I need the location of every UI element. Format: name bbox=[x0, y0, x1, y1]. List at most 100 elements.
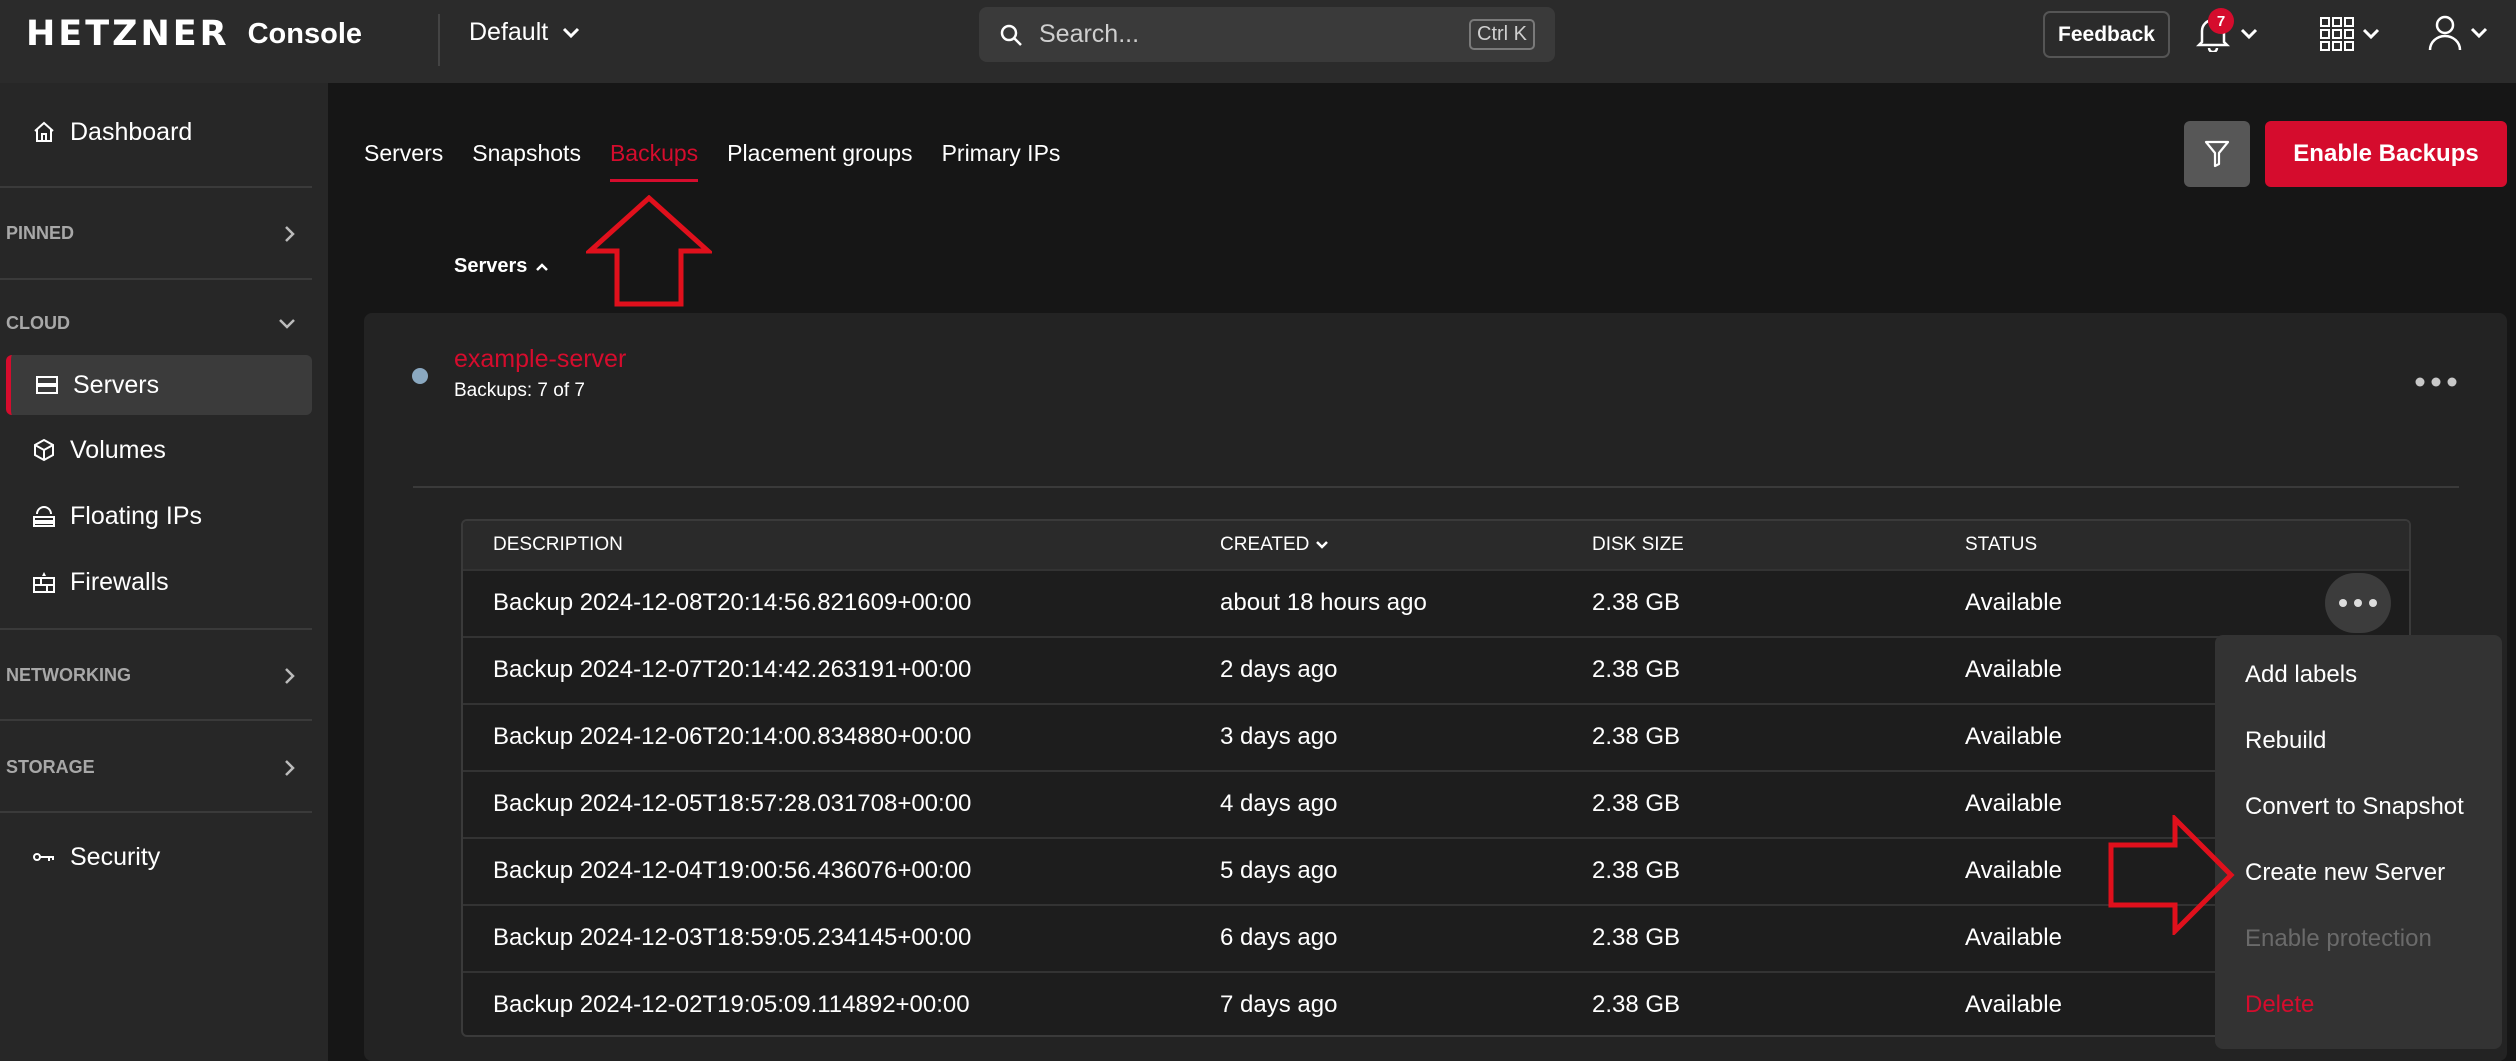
section-label: PINNED bbox=[6, 223, 75, 243]
backup-created: 6 days ago bbox=[1220, 924, 1338, 951]
backup-description: Backup 2024-12-03T18:59:05.234145+00:00 bbox=[493, 924, 972, 951]
table-row[interactable]: Backup 2024-12-02T19:05:09.114892+00:00 … bbox=[463, 971, 2409, 1035]
feedback-button[interactable]: Feedback bbox=[2043, 11, 2170, 58]
column-header-created[interactable]: CREATED bbox=[1220, 534, 1329, 556]
backup-created: about 18 hours ago bbox=[1220, 589, 1427, 616]
backup-status: Available bbox=[1965, 656, 2062, 683]
sidebar-item-floating-ips[interactable]: Floating IPs bbox=[6, 486, 312, 546]
chevron-down-icon bbox=[2240, 28, 2258, 40]
backup-size: 2.38 GB bbox=[1592, 991, 1681, 1018]
more-horizontal-icon bbox=[2339, 599, 2377, 607]
search-input[interactable]: Search... Ctrl K bbox=[979, 7, 1555, 62]
backup-size: 2.38 GB bbox=[1592, 723, 1681, 750]
menu-item-delete[interactable]: Delete bbox=[2245, 991, 2314, 1019]
backup-description: Backup 2024-12-04T19:00:56.436076+00:00 bbox=[493, 857, 972, 884]
menu-item-create-new-server[interactable]: Create new Server bbox=[2245, 859, 2445, 887]
backup-created: 4 days ago bbox=[1220, 790, 1338, 817]
sidebar-item-dashboard[interactable]: Dashboard bbox=[6, 102, 312, 162]
row-actions-button[interactable] bbox=[2325, 573, 2391, 633]
backup-description: Backup 2024-12-08T20:14:56.821609+00:00 bbox=[493, 589, 972, 616]
server-name-link[interactable]: example-server bbox=[454, 345, 626, 374]
search-shortcut: Ctrl K bbox=[1469, 19, 1535, 50]
chevron-down-icon bbox=[2362, 28, 2380, 40]
notification-badge: 7 bbox=[2208, 8, 2234, 34]
divider bbox=[0, 811, 312, 813]
backups-table: DESCRIPTION CREATED DISK SIZE STATUS Bac… bbox=[461, 519, 2411, 1037]
project-selector[interactable]: Default bbox=[469, 18, 580, 47]
column-header-label: CREATED bbox=[1220, 534, 1310, 555]
sidebar-section-storage[interactable]: STORAGE bbox=[6, 757, 296, 778]
backup-created: 3 days ago bbox=[1220, 723, 1338, 750]
tab-placement-groups[interactable]: Placement groups bbox=[727, 140, 912, 182]
tab-backups[interactable]: Backups bbox=[609, 140, 699, 182]
backup-size: 2.38 GB bbox=[1592, 857, 1681, 884]
tab-primary-ips[interactable]: Primary IPs bbox=[942, 140, 1061, 182]
tab-snapshots[interactable]: Snapshots bbox=[472, 140, 581, 182]
divider bbox=[0, 719, 312, 721]
backup-description: Backup 2024-12-06T20:14:00.834880+00:00 bbox=[493, 723, 972, 750]
section-label: STORAGE bbox=[6, 757, 95, 777]
backup-status: Available bbox=[1965, 723, 2062, 750]
chevron-right-icon bbox=[285, 759, 295, 776]
resource-tabs: Servers Snapshots Backups Placement grou… bbox=[364, 140, 1089, 182]
brand-name: HETZNER bbox=[26, 14, 230, 54]
search-placeholder: Search... bbox=[1039, 20, 1140, 48]
hetzner-logo[interactable]: HETZNER Console bbox=[26, 14, 362, 54]
sidebar-section-pinned[interactable]: PINNED bbox=[6, 223, 296, 244]
sidebar-section-cloud[interactable]: CLOUD bbox=[6, 313, 296, 334]
divider bbox=[0, 628, 312, 630]
sidebar-item-label: Dashboard bbox=[70, 117, 193, 146]
sidebar-item-label: Security bbox=[70, 842, 161, 871]
chevron-up-icon bbox=[536, 262, 549, 271]
key-icon bbox=[33, 853, 54, 861]
more-horizontal-icon bbox=[2415, 377, 2457, 387]
chevron-down-icon bbox=[1316, 541, 1329, 549]
sidebar-item-label: Volumes bbox=[70, 435, 166, 464]
backup-created: 5 days ago bbox=[1220, 857, 1338, 884]
section-label: NETWORKING bbox=[6, 665, 131, 685]
sidebar-item-volumes[interactable]: Volumes bbox=[6, 420, 312, 480]
menu-item-rebuild[interactable]: Rebuild bbox=[2245, 727, 2326, 755]
sidebar-item-firewalls[interactable]: Firewalls bbox=[6, 552, 312, 612]
backup-actions-menu: Add labels Rebuild Convert to Snapshot C… bbox=[2215, 635, 2502, 1049]
backup-description: Backup 2024-12-02T19:05:09.114892+00:00 bbox=[493, 991, 970, 1018]
chevron-right-icon bbox=[285, 225, 295, 242]
menu-item-add-labels[interactable]: Add labels bbox=[2245, 661, 2357, 689]
sidebar-item-label: Servers bbox=[73, 370, 160, 399]
filter-button[interactable] bbox=[2184, 121, 2250, 187]
backup-count: Backups: 7 of 7 bbox=[454, 380, 585, 401]
menu-item-convert-to-snapshot[interactable]: Convert to Snapshot bbox=[2245, 793, 2464, 821]
sidebar-item-servers[interactable]: Servers bbox=[6, 355, 312, 415]
grid-icon bbox=[2320, 17, 2354, 51]
server-icon bbox=[36, 376, 58, 394]
table-row[interactable]: Backup 2024-12-07T20:14:42.263191+00:00 … bbox=[463, 636, 2409, 703]
annotation-arrow-right bbox=[2108, 815, 2235, 935]
chevron-right-icon bbox=[285, 667, 295, 684]
backup-status: Available bbox=[1965, 924, 2062, 951]
firewall-icon bbox=[33, 572, 55, 593]
sidebar-item-label: Firewalls bbox=[70, 567, 169, 596]
tab-servers[interactable]: Servers bbox=[364, 140, 443, 182]
column-header-status: STATUS bbox=[1965, 534, 2038, 555]
backup-created: 2 days ago bbox=[1220, 656, 1338, 683]
backup-description: Backup 2024-12-05T18:57:28.031708+00:00 bbox=[493, 790, 972, 817]
backup-status: Available bbox=[1965, 991, 2062, 1018]
backup-description: Backup 2024-12-07T20:14:42.263191+00:00 bbox=[493, 656, 972, 683]
top-bar: HETZNER Console Default Search... Ctrl K… bbox=[0, 0, 2516, 83]
column-header-disk-size: DISK SIZE bbox=[1592, 534, 1684, 555]
sidebar-section-networking[interactable]: NETWORKING bbox=[6, 665, 296, 686]
apps-menu-button[interactable] bbox=[2320, 17, 2380, 51]
table-header: DESCRIPTION CREATED DISK SIZE STATUS bbox=[463, 521, 2409, 569]
user-menu-button[interactable] bbox=[2428, 14, 2488, 52]
server-actions-button[interactable] bbox=[2414, 362, 2458, 396]
divider bbox=[413, 486, 2459, 488]
user-icon bbox=[2428, 15, 2462, 51]
backup-size: 2.38 GB bbox=[1592, 656, 1681, 683]
notifications-button[interactable]: 7 bbox=[2195, 8, 2258, 54]
sort-servers-button[interactable]: Servers bbox=[454, 255, 549, 278]
table-row[interactable]: Backup 2024-12-06T20:14:00.834880+00:00 … bbox=[463, 703, 2409, 770]
sidebar-item-label: Floating IPs bbox=[70, 501, 203, 530]
enable-backups-button[interactable]: Enable Backups bbox=[2265, 121, 2507, 187]
sidebar-item-security[interactable]: Security bbox=[6, 827, 312, 887]
table-row[interactable]: Backup 2024-12-08T20:14:56.821609+00:00 … bbox=[463, 569, 2409, 636]
